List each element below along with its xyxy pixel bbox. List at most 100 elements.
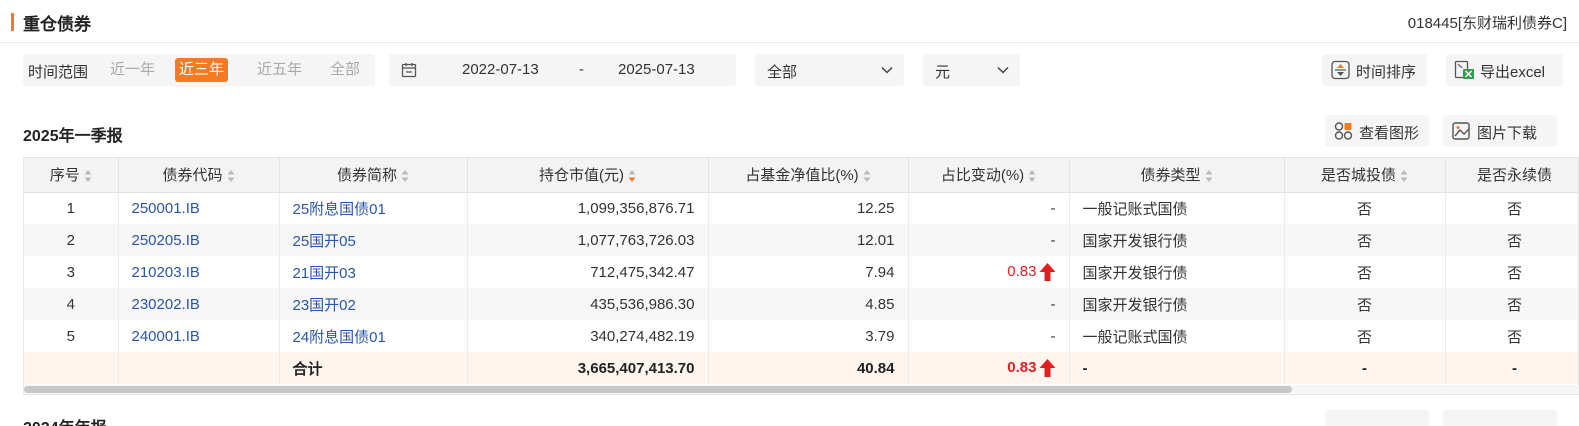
image-download-button[interactable] xyxy=(1443,410,1557,426)
panel-header: 重仓债券 018445[东财瑞利债券C] xyxy=(0,0,1579,43)
cell-market-value: 1,099,356,876.71 xyxy=(467,192,709,224)
cell-ratio-change: - xyxy=(908,192,1070,224)
sort-icon xyxy=(227,170,234,183)
calendar-icon xyxy=(401,63,417,78)
table-header-row: 序号 债券代码 债券简称 持仓市值(元) 占基金净值比(%) 占比变动(%) 债… xyxy=(24,158,1578,193)
range-option-3y[interactable]: 近三年 xyxy=(175,58,229,82)
col-header-perpetual[interactable]: 是否永续债 xyxy=(1445,158,1578,193)
cell-nav-ratio: 12.01 xyxy=(708,224,909,256)
cell-code-link[interactable]: 250001.IB xyxy=(118,192,280,224)
time-sort-button[interactable]: 时间排序 xyxy=(1322,54,1427,86)
cell-perpetual: 否 xyxy=(1445,256,1578,288)
table-row: 4 230202.IB 23国开02 435,536,986.30 4.85 -… xyxy=(24,288,1578,320)
export-excel-button[interactable]: 导出excel xyxy=(1446,54,1563,86)
category-select[interactable]: 全部 xyxy=(755,54,904,86)
cell-urban-bond: 否 xyxy=(1284,288,1446,320)
view-chart-button[interactable] xyxy=(1325,410,1429,426)
cell-bond-type: 国家开发银行债 xyxy=(1069,288,1285,320)
cell-empty xyxy=(24,352,119,384)
sort-icon xyxy=(1400,170,1408,183)
horizontal-scrollbar-thumb[interactable] xyxy=(24,386,1292,393)
cell-name-link[interactable]: 25附息国债01 xyxy=(279,192,468,224)
total-urban-bond: - xyxy=(1284,352,1446,384)
cell-code-link[interactable]: 230202.IB xyxy=(118,288,280,320)
chart-icon xyxy=(1334,122,1353,140)
table-row: 1 250001.IB 25附息国债01 1,099,356,876.71 12… xyxy=(24,192,1578,224)
total-market-value: 3,665,407,413.70 xyxy=(467,352,709,384)
cell-ratio-change: - xyxy=(908,288,1070,320)
col-header-name[interactable]: 债券简称 xyxy=(279,158,468,193)
date-separator: - xyxy=(579,61,584,78)
cell-urban-bond: 否 xyxy=(1284,256,1446,288)
col-header-market-value[interactable]: 持仓市值(元) xyxy=(467,158,709,193)
cell-bond-type: 国家开发银行债 xyxy=(1069,256,1285,288)
col-header-urban-bond[interactable]: 是否城投债 xyxy=(1284,158,1446,193)
cell-ratio-change: 0.83 xyxy=(908,256,1070,288)
next-section-title: 2024年年报 xyxy=(23,414,107,426)
range-option-5y[interactable]: 近五年 xyxy=(253,58,306,82)
cell-market-value: 1,077,763,726.03 xyxy=(467,224,709,256)
cell-perpetual: 否 xyxy=(1445,288,1578,320)
title-accent-bar xyxy=(11,13,14,31)
image-download-button[interactable]: 图片下载 xyxy=(1443,115,1557,147)
range-option-1y[interactable]: 近一年 xyxy=(106,58,159,82)
cell-no: 5 xyxy=(24,320,119,352)
chevron-down-icon xyxy=(881,66,893,74)
col-header-ratio-change[interactable]: 占比变动(%) xyxy=(908,158,1070,193)
up-arrow-icon xyxy=(1039,263,1055,281)
ratio-change-value: 0.83 xyxy=(1007,262,1037,280)
sort-desc-icon xyxy=(628,170,636,183)
cell-code-link[interactable]: 250205.IB xyxy=(118,224,280,256)
view-chart-button[interactable]: 查看图形 xyxy=(1325,115,1429,147)
view-chart-label: 查看图形 xyxy=(1359,125,1420,142)
cell-nav-ratio: 4.85 xyxy=(708,288,909,320)
total-label: 合计 xyxy=(279,352,468,384)
cell-code-link[interactable]: 240001.IB xyxy=(118,320,280,352)
col-header-nav-ratio[interactable]: 占基金净值比(%) xyxy=(708,158,909,193)
chevron-down-icon xyxy=(997,66,1009,74)
unit-select-value: 元 xyxy=(935,64,951,81)
total-ratio-change-value: 0.83 xyxy=(1007,358,1037,376)
export-excel-label: 导出excel xyxy=(1480,64,1546,81)
range-option-all[interactable]: 全部 xyxy=(326,58,364,82)
cell-nav-ratio: 3.79 xyxy=(708,320,909,352)
total-ratio-change: 0.83 xyxy=(908,352,1070,384)
cell-perpetual: 否 xyxy=(1445,224,1578,256)
sort-icon xyxy=(1028,170,1036,183)
time-sort-label: 时间排序 xyxy=(1356,64,1417,81)
excel-icon xyxy=(1454,60,1474,79)
sort-icon xyxy=(401,170,409,183)
cell-name-link[interactable]: 23国开02 xyxy=(279,288,468,320)
cell-urban-bond: 否 xyxy=(1284,224,1446,256)
start-date[interactable]: 2022-07-13 xyxy=(462,61,539,78)
time-range-label: 时间范围 xyxy=(28,64,89,81)
cell-code-link[interactable]: 210203.IB xyxy=(118,256,280,288)
cell-urban-bond: 否 xyxy=(1284,320,1446,352)
table-row: 2 250205.IB 25国开05 1,077,763,726.03 12.0… xyxy=(24,224,1578,256)
fund-name: 018445[东财瑞利债券C] xyxy=(1407,15,1567,32)
sort-icon xyxy=(863,170,871,183)
cell-market-value: 435,536,986.30 xyxy=(467,288,709,320)
cell-perpetual: 否 xyxy=(1445,320,1578,352)
cell-name-link[interactable]: 25国开05 xyxy=(279,224,468,256)
date-range-picker[interactable]: 2022-07-13 - 2025-07-13 xyxy=(389,54,736,86)
table-row: 3 210203.IB 21国开03 712,475,342.47 7.94 0… xyxy=(24,256,1578,288)
filter-bar: 时间范围 近一年 近三年 近五年 全部 2022-07-13 - 2025-07… xyxy=(0,54,1579,86)
col-header-bond-type[interactable]: 债券类型 xyxy=(1069,158,1285,193)
end-date[interactable]: 2025-07-13 xyxy=(618,61,695,78)
up-arrow-icon xyxy=(1039,359,1055,377)
panel-title: 重仓债券 xyxy=(23,15,91,34)
bond-holdings-table: 序号 债券代码 债券简称 持仓市值(元) 占基金净值比(%) 占比变动(%) 债… xyxy=(23,157,1579,395)
image-download-label: 图片下载 xyxy=(1477,125,1538,142)
cell-nav-ratio: 7.94 xyxy=(708,256,909,288)
col-header-no[interactable]: 序号 xyxy=(24,158,119,193)
cell-name-link[interactable]: 24附息国债01 xyxy=(279,320,468,352)
cell-no: 4 xyxy=(24,288,119,320)
sort-icon xyxy=(84,170,92,183)
cell-market-value: 712,475,342.47 xyxy=(467,256,709,288)
unit-select[interactable]: 元 xyxy=(923,54,1020,86)
col-header-code[interactable]: 债券代码 xyxy=(118,158,280,193)
cell-nav-ratio: 12.25 xyxy=(708,192,909,224)
table-row: 5 240001.IB 24附息国债01 340,274,482.19 3.79… xyxy=(24,320,1578,352)
cell-name-link[interactable]: 21国开03 xyxy=(279,256,468,288)
